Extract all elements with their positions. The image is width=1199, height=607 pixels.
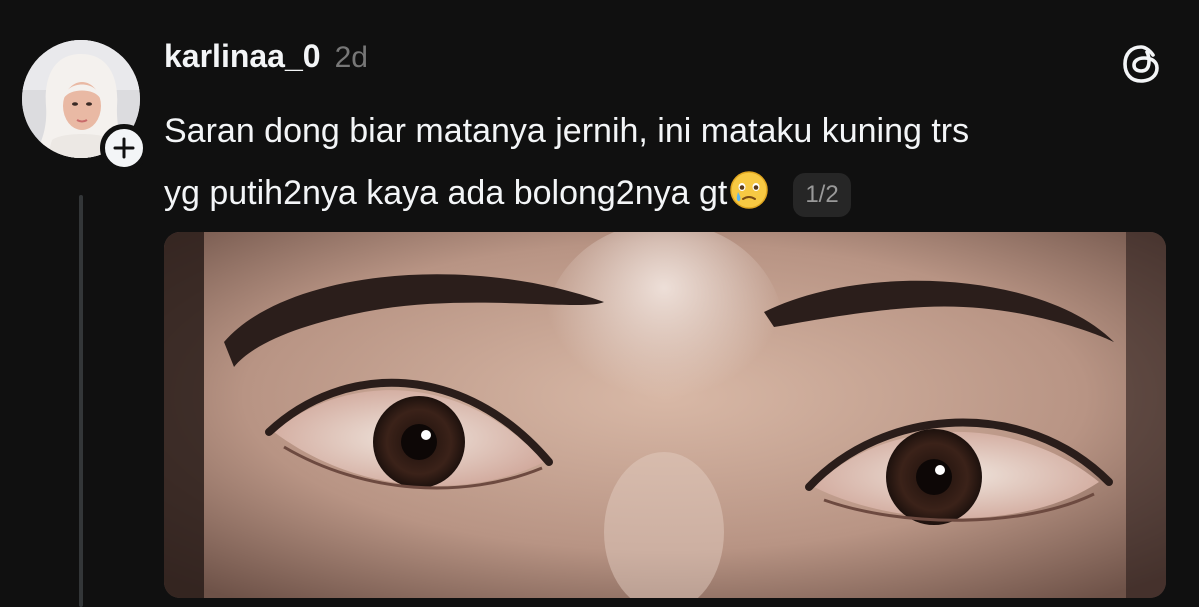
post-text-line-1: Saran dong biar matanya jernih, ini mata… <box>164 112 970 150</box>
threads-logo-icon <box>1120 42 1164 86</box>
post-header: karlinaa_0 2d <box>164 38 368 82</box>
post-timestamp: 2d <box>334 41 368 74</box>
thread-post: karlinaa_0 2d Saran dong biar matanya je… <box>0 0 1199 607</box>
post-text-line-2-row: yg putih2nya kaya ada bolong2nya gt 1/2 <box>164 162 1174 224</box>
plus-icon <box>113 137 135 159</box>
post-image[interactable] <box>164 232 1166 598</box>
image-counter-badge: 1/2 <box>793 173 851 217</box>
face-holding-back-tears-icon <box>730 171 769 209</box>
post-body: Saran dong biar matanya jernih, ini mata… <box>164 100 1174 224</box>
author-avatar-group <box>22 40 148 172</box>
follow-button[interactable] <box>100 124 148 172</box>
thread-connector-line <box>79 195 83 607</box>
post-text-line-2: yg putih2nya kaya ada bolong2nya gt <box>164 174 728 212</box>
username-link[interactable]: karlinaa_0 <box>164 38 321 75</box>
